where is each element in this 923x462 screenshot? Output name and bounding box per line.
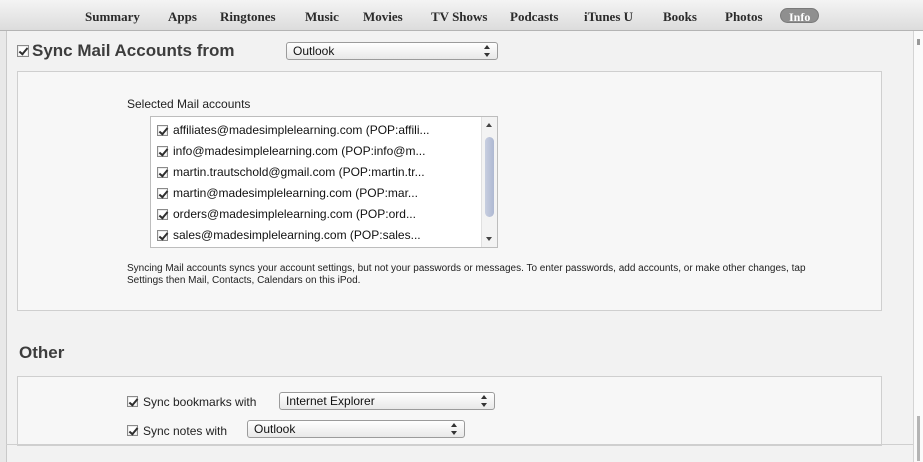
account-label: orders@madesimplelearning.com (POP:ord..… (173, 207, 416, 221)
tab-music[interactable]: Music (305, 9, 339, 25)
sync-bookmarks-label: Sync bookmarks with (143, 395, 257, 409)
account-label: affiliates@madesimplelearning.com (POP:a… (173, 123, 430, 137)
right-scrollbar[interactable] (913, 31, 923, 462)
mail-accounts-list[interactable]: affiliates@madesimplelearning.com (POP:a… (150, 116, 498, 248)
account-checkbox[interactable] (157, 230, 168, 241)
other-heading: Other (19, 343, 65, 362)
sync-notes-checkbox[interactable] (127, 425, 138, 436)
account-checkbox[interactable] (157, 209, 168, 220)
scroll-up-icon[interactable] (486, 123, 492, 127)
account-label: info@madesimplelearning.com (POP:info@m.… (173, 144, 426, 158)
mail-source-select[interactable]: Outlook (286, 42, 498, 60)
list-item[interactable]: martin@madesimplelearning.com (POP:mar..… (157, 185, 477, 203)
bookmarks-source-select[interactable]: Internet Explorer (279, 392, 495, 410)
mail-sync-description: Syncing Mail accounts syncs your account… (127, 263, 806, 286)
tab-podcasts[interactable]: Podcasts (510, 9, 558, 25)
tab-summary[interactable]: Summary (85, 9, 140, 25)
tab-info[interactable]: Info (780, 8, 820, 24)
list-item[interactable]: sales@madesimplelearning.com (POP:sales.… (157, 227, 477, 245)
scroll-thumb[interactable] (917, 416, 920, 461)
account-label: martin.trautschold@gmail.com (POP:martin… (173, 165, 425, 179)
account-checkbox[interactable] (157, 125, 168, 136)
list-item[interactable]: orders@madesimplelearning.com (POP:ord..… (157, 206, 477, 224)
sync-mail-heading: Sync Mail Accounts from (32, 41, 235, 60)
popup-arrows-icon (481, 395, 488, 407)
scroll-down-icon[interactable] (486, 237, 492, 241)
account-checkbox[interactable] (157, 167, 168, 178)
popup-arrows-icon (484, 45, 491, 57)
scroll-marker (917, 39, 920, 45)
tab-tv-shows[interactable]: TV Shows (431, 9, 487, 25)
account-checkbox[interactable] (157, 188, 168, 199)
notes-source-value: Outlook (254, 422, 296, 436)
tab-movies[interactable]: Movies (363, 9, 403, 25)
bottom-divider (6, 444, 913, 445)
sync-notes-label: Sync notes with (143, 424, 228, 438)
accounts-scroll-thumb[interactable] (485, 137, 494, 217)
notes-source-select[interactable]: Outlook (247, 420, 465, 438)
account-label: sales@madesimplelearning.com (POP:sales.… (173, 228, 421, 242)
tab-bar: Summary Apps Ringtones Music Movies TV S… (0, 0, 923, 31)
account-label: martin@madesimplelearning.com (POP:mar..… (173, 186, 418, 200)
account-checkbox[interactable] (157, 146, 168, 157)
accounts-scrollbar[interactable] (481, 117, 497, 247)
sync-mail-checkbox[interactable] (17, 45, 29, 57)
tab-photos[interactable]: Photos (725, 9, 763, 25)
sync-bookmarks-checkbox[interactable] (127, 396, 138, 407)
tab-ringtones[interactable]: Ringtones (220, 9, 276, 25)
bookmarks-source-value: Internet Explorer (286, 394, 375, 408)
tab-itunes-u[interactable]: iTunes U (584, 9, 633, 25)
selected-accounts-label: Selected Mail accounts (127, 97, 251, 111)
mail-source-value: Outlook (293, 44, 335, 58)
list-item[interactable]: affiliates@madesimplelearning.com (POP:a… (157, 122, 477, 140)
tab-books[interactable]: Books (663, 9, 697, 25)
tab-apps[interactable]: Apps (168, 9, 197, 25)
list-item[interactable]: info@madesimplelearning.com (POP:info@m.… (157, 143, 477, 161)
popup-arrows-icon (451, 423, 458, 435)
list-item[interactable]: martin.trautschold@gmail.com (POP:martin… (157, 164, 477, 182)
